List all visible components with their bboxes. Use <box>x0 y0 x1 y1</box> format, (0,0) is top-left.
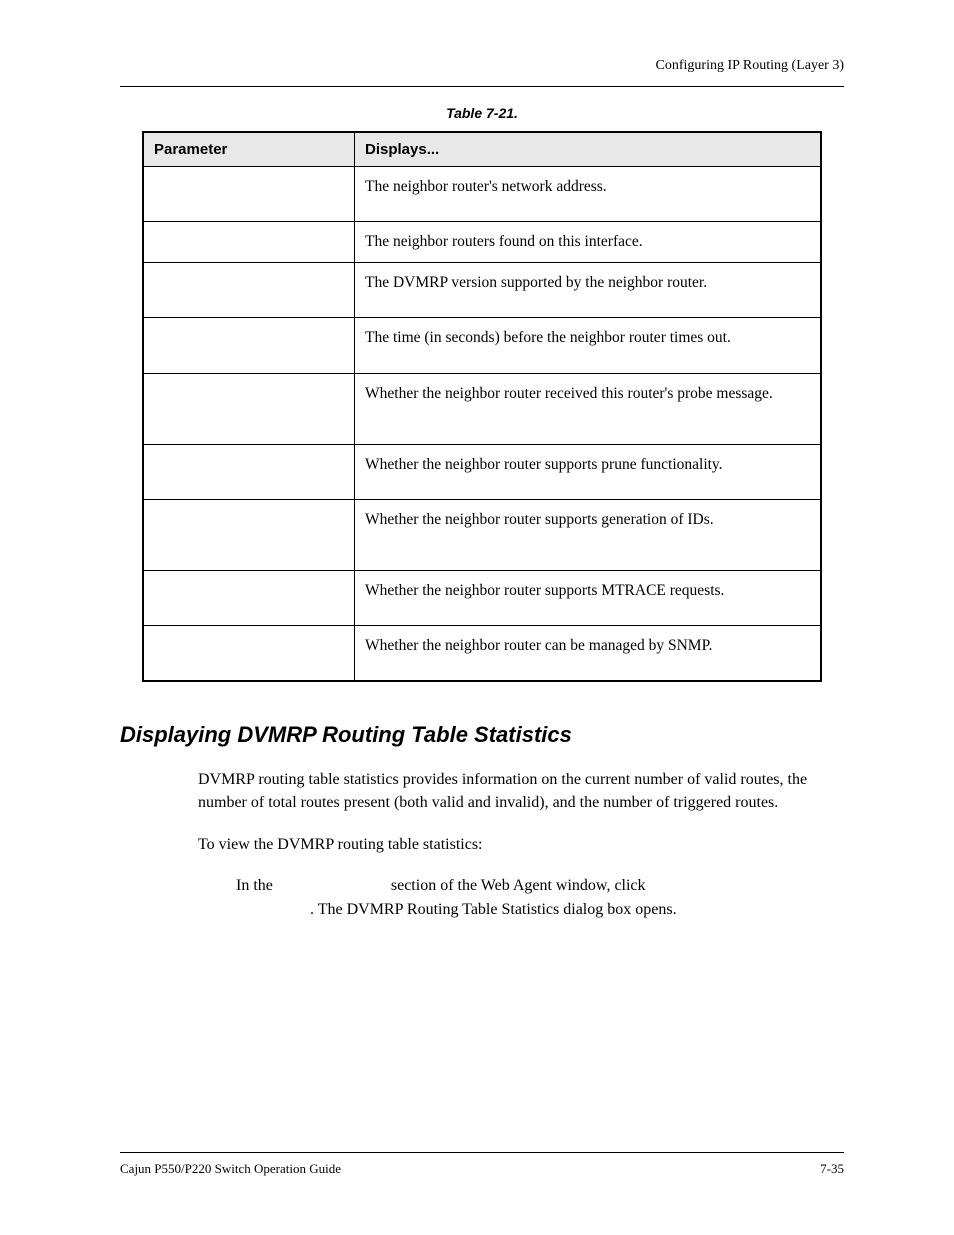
page-footer: Cajun P550/P220 Switch Operation Guide 7… <box>120 1152 844 1177</box>
step-text-mid: section of the Web Agent window, click <box>391 877 646 894</box>
table-row: Whether the neighbor router supports gen… <box>143 499 821 570</box>
table-row: The neighbor router's network address. <box>143 167 821 222</box>
footer-page-number: 7-35 <box>820 1161 844 1177</box>
param-cell <box>143 222 355 263</box>
disp-cell: The DVMRP version supported by the neigh… <box>355 263 822 318</box>
section-heading: Displaying DVMRP Routing Table Statistic… <box>120 722 844 748</box>
table-header-row: Parameter Displays... <box>143 132 821 167</box>
table-header-parameter: Parameter <box>143 132 355 167</box>
disp-cell: The neighbor routers found on this inter… <box>355 222 822 263</box>
table-header-displays: Displays... <box>355 132 822 167</box>
param-cell <box>143 373 355 444</box>
param-cell <box>143 499 355 570</box>
step-text-pre: In the <box>236 877 277 894</box>
table-row: The DVMRP version supported by the neigh… <box>143 263 821 318</box>
table-row: Whether the neighbor router can be manag… <box>143 626 821 682</box>
table-caption: Table 7-21. <box>120 105 844 121</box>
table-row: Whether the neighbor router supports MTR… <box>143 570 821 625</box>
disp-cell: Whether the neighbor router received thi… <box>355 373 822 444</box>
param-cell <box>143 444 355 499</box>
step-paragraph: In the section of the Web Agent window, … <box>236 874 844 922</box>
body-paragraph: DVMRP routing table statistics provides … <box>198 768 844 814</box>
disp-cell: Whether the neighbor router supports pru… <box>355 444 822 499</box>
footer-left: Cajun P550/P220 Switch Operation Guide <box>120 1161 341 1177</box>
chapter-title: Configuring IP Routing (Layer 3) <box>656 58 844 73</box>
body-paragraph: To view the DVMRP routing table statisti… <box>198 833 844 856</box>
disp-cell: The neighbor router's network address. <box>355 167 822 222</box>
param-cell <box>143 570 355 625</box>
param-cell <box>143 318 355 373</box>
disp-cell: Whether the neighbor router can be manag… <box>355 626 822 682</box>
param-cell <box>143 263 355 318</box>
param-cell <box>143 167 355 222</box>
parameter-table: Parameter Displays... The neighbor route… <box>142 131 822 682</box>
disp-cell: Whether the neighbor router supports MTR… <box>355 570 822 625</box>
param-cell <box>143 626 355 682</box>
running-header: Configuring IP Routing (Layer 3) <box>120 58 844 87</box>
table-row: Whether the neighbor router received thi… <box>143 373 821 444</box>
table-row: Whether the neighbor router supports pru… <box>143 444 821 499</box>
disp-cell: The time (in seconds) before the neighbo… <box>355 318 822 373</box>
table-row: The time (in seconds) before the neighbo… <box>143 318 821 373</box>
step-text-post: . The DVMRP Routing Table Statistics dia… <box>310 901 677 918</box>
table-row: The neighbor routers found on this inter… <box>143 222 821 263</box>
disp-cell: Whether the neighbor router supports gen… <box>355 499 822 570</box>
